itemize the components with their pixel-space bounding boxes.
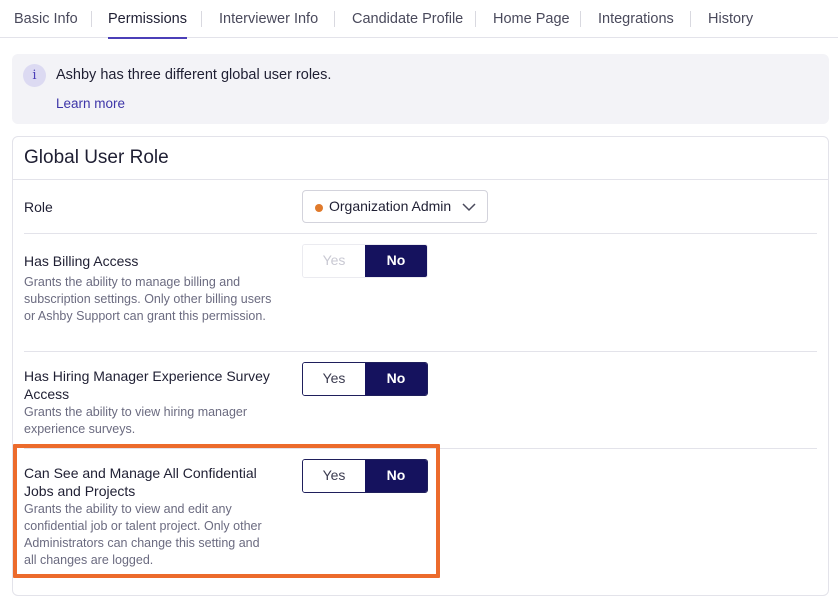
confidential-access-toggle[interactable]: Yes No bbox=[302, 459, 428, 493]
divider bbox=[24, 448, 817, 449]
learn-more-link[interactable]: Learn more bbox=[56, 96, 125, 111]
global-user-role-panel: Global User Role Role Organization Admin… bbox=[12, 136, 829, 596]
role-select-value: Organization Admin bbox=[329, 198, 452, 214]
tab-divider bbox=[91, 11, 92, 27]
tab-permissions[interactable]: Permissions bbox=[108, 0, 187, 39]
divider bbox=[24, 351, 817, 352]
billing-access-yes-button: Yes bbox=[303, 245, 365, 277]
billing-access-no-button: No bbox=[365, 245, 427, 277]
tab-integrations[interactable]: Integrations bbox=[598, 0, 674, 38]
billing-access-toggle: Yes No bbox=[302, 244, 428, 278]
confidential-access-yes-button[interactable]: Yes bbox=[303, 460, 365, 492]
chevron-down-icon bbox=[462, 203, 476, 212]
tab-history[interactable]: History bbox=[708, 0, 753, 38]
tab-bar: Basic Info Permissions Interviewer Info … bbox=[0, 0, 838, 39]
survey-access-toggle[interactable]: Yes No bbox=[302, 362, 428, 396]
billing-access-description: Grants the ability to manage billing and… bbox=[24, 275, 272, 323]
divider bbox=[24, 233, 817, 234]
tab-divider bbox=[690, 11, 691, 27]
confidential-access-no-button[interactable]: No bbox=[365, 460, 427, 492]
tab-divider bbox=[475, 11, 476, 27]
role-status-dot bbox=[315, 204, 323, 212]
info-icon: i bbox=[23, 64, 46, 87]
tab-home-page[interactable]: Home Page bbox=[493, 0, 570, 38]
survey-access-label: Has Hiring Manager Experience Survey Acc… bbox=[24, 368, 270, 402]
divider bbox=[13, 179, 828, 180]
callout-text: Ashby has three different global user ro… bbox=[56, 67, 332, 83]
confidential-access-description: Grants the ability to view and edit any … bbox=[24, 502, 262, 567]
tab-divider bbox=[201, 11, 202, 27]
tab-candidate-profile[interactable]: Candidate Profile bbox=[352, 0, 463, 38]
role-select[interactable]: Organization Admin bbox=[302, 190, 488, 223]
info-callout: i Ashby has three different global user … bbox=[12, 54, 829, 124]
billing-access-label: Has Billing Access bbox=[24, 253, 139, 269]
tab-interviewer-info[interactable]: Interviewer Info bbox=[219, 0, 318, 38]
survey-access-description: Grants the ability to view hiring manage… bbox=[24, 405, 248, 436]
tab-divider bbox=[580, 11, 581, 27]
confidential-access-label: Can See and Manage All Confidential Jobs… bbox=[24, 465, 257, 499]
survey-access-no-button[interactable]: No bbox=[365, 363, 427, 395]
panel-title: Global User Role bbox=[24, 147, 169, 168]
role-label: Role bbox=[24, 199, 53, 215]
survey-access-yes-button[interactable]: Yes bbox=[303, 363, 365, 395]
tab-basic-info[interactable]: Basic Info bbox=[14, 0, 78, 38]
tab-divider bbox=[334, 11, 335, 27]
